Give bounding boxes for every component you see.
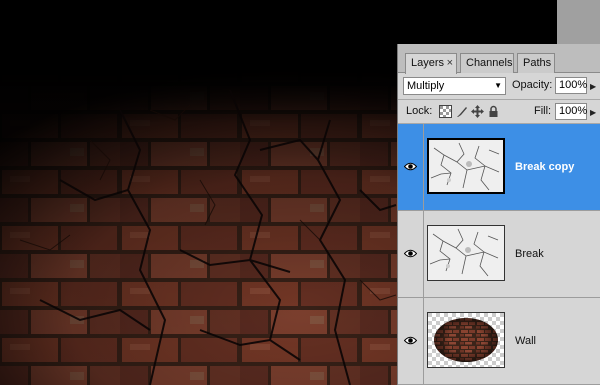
layer-thumbnail[interactable] [427,312,505,368]
tab-paths-label: Paths [523,57,552,69]
eye-icon [404,162,417,171]
fill-slider-toggle-icon[interactable]: ▶ [590,108,596,117]
cracked-texture-thumbnail [428,226,504,280]
layer-thumbnail[interactable] [427,138,505,194]
opacity-input[interactable]: 100% [555,77,587,94]
layer-row-break[interactable]: Break [398,211,600,298]
opacity-slider-toggle-icon[interactable]: ▶ [590,82,596,91]
lock-all-icon[interactable] [487,105,500,118]
layer-name[interactable]: Break copy [515,161,574,173]
panel-tab-bar: Layers × Channels Paths [398,44,600,74]
workspace-background [557,0,600,44]
fill-label: Fill: [534,105,552,117]
fill-input[interactable]: 100% [555,103,587,120]
lock-position-icon[interactable] [471,105,484,118]
layers-panel: Layers × Channels Paths Multiply ▼ Opaci… [397,44,600,385]
eye-icon [404,336,417,345]
layer-row-break-copy[interactable]: Break copy [398,124,600,211]
tab-channels-label: Channels [466,57,513,69]
lock-transparent-pixels-icon[interactable] [439,105,452,118]
tab-channels[interactable]: Channels [460,53,514,73]
blend-mode-value: Multiply [407,80,445,92]
chevron-down-icon: ▼ [494,81,502,90]
tab-layers-label: Layers [411,57,445,69]
cracked-texture-thumbnail [429,140,503,192]
blend-mode-select[interactable]: Multiply ▼ [403,77,506,95]
visibility-toggle[interactable] [398,211,424,297]
layer-row-wall[interactable]: Wall [398,298,600,385]
tab-layers[interactable]: Layers × [405,53,457,74]
layer-thumbnail[interactable] [427,225,505,281]
visibility-toggle[interactable] [398,124,424,210]
opacity-label: Opacity: [512,79,553,91]
close-icon[interactable]: × [447,54,453,72]
brick-wall-thumbnail [428,313,504,367]
divider [398,99,600,100]
lock-label: Lock: [406,105,433,117]
layer-name[interactable]: Break [515,248,544,260]
lock-image-pixels-icon[interactable] [455,105,468,118]
visibility-toggle[interactable] [398,298,424,384]
tab-paths[interactable]: Paths [517,53,555,73]
layer-name[interactable]: Wall [515,335,536,347]
eye-icon [404,249,417,258]
